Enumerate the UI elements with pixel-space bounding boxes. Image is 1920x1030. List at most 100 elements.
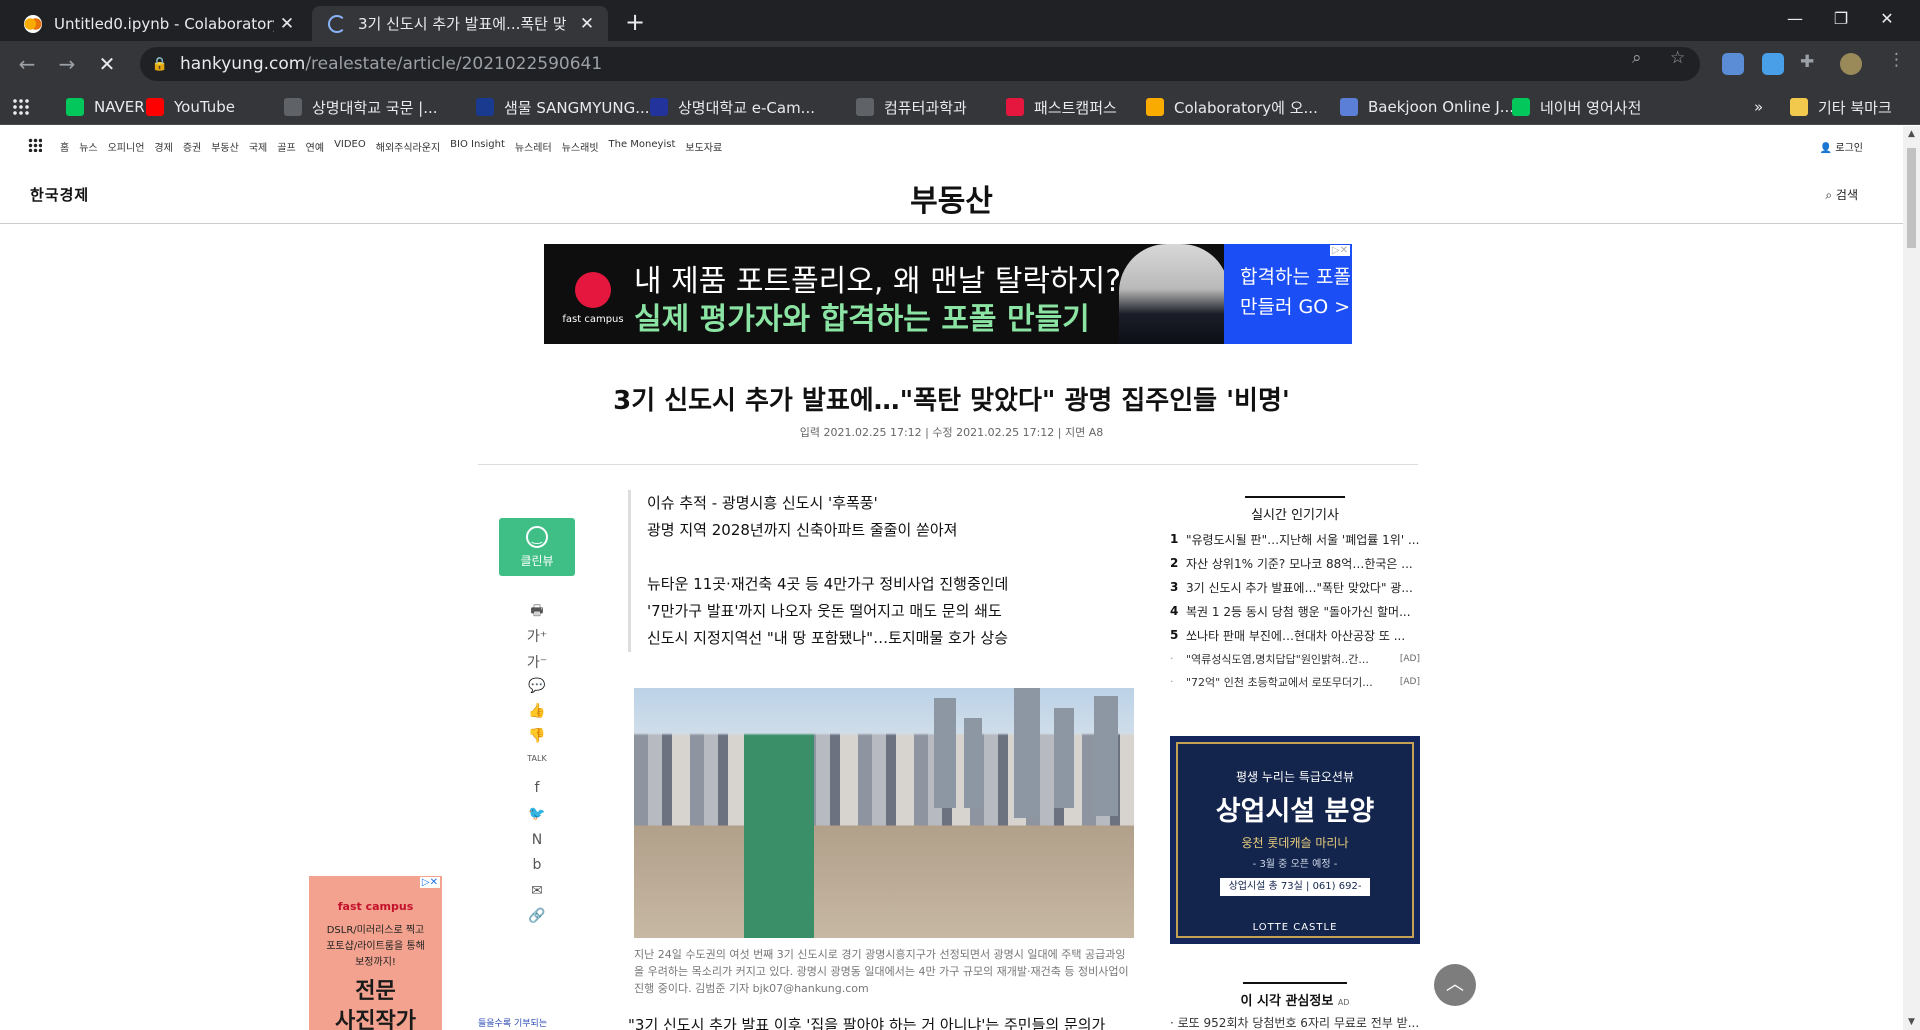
rank-number: 1 <box>1170 532 1179 546</box>
ad-choices-icon[interactable]: ▷✕ <box>419 877 440 888</box>
naver-icon[interactable]: N <box>526 832 548 848</box>
bookmark-item[interactable]: 네이버 영어사전 <box>1512 96 1641 118</box>
bookmark-item[interactable]: 패스트캠퍼스 <box>1006 96 1117 118</box>
back-button[interactable]: ← <box>12 49 42 79</box>
twitter-icon[interactable]: 🐦 <box>526 806 548 822</box>
all-menu-icon[interactable] <box>28 138 42 152</box>
popular-item-title: 쏘나타 판매 부진에…현대차 아산공장 또 ... <box>1186 628 1406 643</box>
summary-line: 광명 지역 2028년까지 신축아파트 줄줄이 쏟아져 <box>647 521 958 539</box>
bookmark-item[interactable]: NAVER <box>66 96 145 118</box>
bookmark-item[interactable]: 샘물 SANGMYUNG... <box>476 96 650 118</box>
facebook-icon[interactable]: f <box>526 780 548 796</box>
print-icon[interactable]: 🖶 <box>526 600 548 624</box>
rank-number: 4 <box>1170 604 1179 618</box>
popular-item[interactable]: 3 3기 신도시 추가 발표에…"폭탄 맞았다" 광... <box>1170 575 1420 599</box>
gnb-menu-item[interactable]: The Moneyist <box>609 139 676 154</box>
ad-title: "역류성식도염,명치답답"원인밝혀..간... <box>1186 652 1369 666</box>
scroll-up-arrow[interactable]: ▲ <box>1903 129 1920 139</box>
popular-ad-item[interactable]: · "역류성식도염,명치답답"원인밝혀..간... [AD] <box>1170 647 1420 670</box>
popular-item[interactable]: 5 쏘나타 판매 부진에…현대차 아산공장 또 ... <box>1170 623 1420 647</box>
kakaotalk-icon[interactable]: TALK <box>526 754 548 763</box>
scroll-down-arrow[interactable]: ▼ <box>1903 1017 1920 1027</box>
tab-close-icon[interactable]: ✕ <box>574 14 600 34</box>
gnb-menu-item[interactable]: 골프 <box>277 139 295 154</box>
popular-item[interactable]: 4 복권 1 2등 동시 당첨 행운 "돌아가신 할머... <box>1170 599 1420 623</box>
thumbs-up-icon[interactable]: 👍 <box>526 703 548 719</box>
font-increase-icon[interactable]: 가⁺ <box>526 626 548 646</box>
gnb-menu-item[interactable]: 뉴스래빗 <box>562 139 599 154</box>
menu-kebab-icon[interactable]: ⋮ <box>1888 50 1905 70</box>
gnb-menu-item[interactable]: VIDEO <box>334 139 366 154</box>
left-fastcampus-ad[interactable]: fast campus DSLR/미러리스로 찍고 포토샵/라이트룸을 통해 보정까… <box>309 876 442 1030</box>
stop-loading-button[interactable]: ✕ <box>92 49 122 79</box>
bookmark-item[interactable]: 컴퓨터과학과 <box>856 96 967 118</box>
gnb-menu-item[interactable]: 뉴스레터 <box>515 139 552 154</box>
profile-avatar[interactable] <box>1840 53 1862 75</box>
search-page-icon[interactable]: ⌕ <box>1632 48 1642 68</box>
url-text[interactable]: hankyung.com/realestate/article/20210225… <box>180 54 602 74</box>
bookmark-star-icon[interactable]: ☆ <box>1670 48 1685 68</box>
bookmark-item[interactable]: 상명대학교 국문 |... <box>284 96 438 118</box>
clean-view-button[interactable]: ‿ 클린뷰 <box>499 518 575 576</box>
gnb-menu-item[interactable]: 부동산 <box>211 139 239 154</box>
gnb-menu-item[interactable]: 뉴스 <box>79 139 97 154</box>
address-bar[interactable]: 🔒 hankyung.com/realestate/article/202102… <box>140 47 1700 81</box>
page-scrollbar[interactable]: ▲ ▼ <box>1903 126 1920 1030</box>
extension-icon[interactable] <box>1722 53 1744 75</box>
page-viewport: 홈 뉴스 오피니언 경제 증권 부동산 국제 골프 연예 VIDEO 해외주식라운지 BIO Insi… <box>0 126 1903 1030</box>
email-icon[interactable]: ✉ <box>526 883 548 899</box>
gnb-menu-item[interactable]: 연예 <box>306 139 324 154</box>
article-photo[interactable] <box>634 688 1134 938</box>
tab-article[interactable]: 3기 신도시 추가 발표에...폭탄 맞 ✕ <box>312 6 608 41</box>
minimize-button[interactable]: — <box>1772 0 1818 38</box>
gnb-menu-item[interactable]: BIO Insight <box>450 139 505 154</box>
ad-choices-icon[interactable]: ▷✕ <box>1329 245 1350 256</box>
rank-number: 3 <box>1170 580 1179 594</box>
top-banner-ad[interactable]: fast campus 내 제품 포트폴리오, 왜 맨날 탈락하지? 실제 평가… <box>544 244 1352 344</box>
gnb-menu-item[interactable]: 오피니언 <box>108 139 145 154</box>
popular-item[interactable]: 2 자산 상위1% 기준? 모나코 88억…한국은 ... <box>1170 551 1420 575</box>
bookmark-item[interactable]: Colaboratory에 오... <box>1146 96 1318 118</box>
login-link[interactable]: 👤 로그인 <box>1820 139 1863 154</box>
comment-icon[interactable]: 💬 <box>526 678 548 694</box>
bookmarks-overflow-button[interactable]: » <box>1754 96 1763 118</box>
cloud-extension-icon[interactable] <box>1762 53 1784 75</box>
banner-cta[interactable]: 합격하는 포폴 만들러 GO > <box>1224 244 1352 344</box>
gnb-menu-item[interactable]: 국제 <box>249 139 267 154</box>
search-button[interactable]: ⌕ 검색 <box>1825 186 1858 203</box>
donate-banner[interactable]: 들을수록 기부되는 <box>478 1016 547 1029</box>
gnb-menu-item[interactable]: 보도자료 <box>685 139 722 154</box>
forward-button[interactable]: → <box>52 49 82 79</box>
apps-button[interactable] <box>12 96 40 118</box>
tab-colab[interactable]: Untitled0.ipynb - Colaboratory ✕ <box>8 6 308 41</box>
other-bookmarks-folder[interactable]: 기타 북마크 <box>1790 96 1892 118</box>
gnb-menu-item[interactable]: 홈 <box>60 139 69 154</box>
gnb-menu-item[interactable]: 경제 <box>154 139 172 154</box>
popular-list: 1 "유령도시될 판"…지난해 서울 '폐업률 1위' ... 2 자산 상위1% 기… <box>1170 527 1420 693</box>
lock-icon[interactable]: 🔒 <box>140 57 180 72</box>
new-tab-button[interactable]: + <box>620 8 650 38</box>
popular-item[interactable]: 1 "유령도시될 판"…지난해 서울 '폐업률 1위' ... <box>1170 527 1420 551</box>
lotte-castle-ad[interactable]: 평생 누리는 특급오션뷰 상업시설 분양 웅천 롯데캐슬 마리나 - 3월 중 … <box>1170 736 1420 944</box>
section-title[interactable]: 부동산 <box>0 176 1903 220</box>
bookmark-item[interactable]: 상명대학교 e-Cam... <box>650 96 815 118</box>
scroll-to-top-button[interactable]: ︿ <box>1434 964 1476 1006</box>
search-icon: ⌕ <box>1825 188 1833 202</box>
gnb-menu-item[interactable]: 증권 <box>183 139 201 154</box>
popular-ad-item[interactable]: · "72억" 인천 초등학교에서 로또무더기... [AD] <box>1170 670 1420 693</box>
search-label: 검색 <box>1835 188 1858 202</box>
close-window-button[interactable]: ✕ <box>1864 0 1910 38</box>
bookmarks-bar: NAVER YouTube 상명대학교 국문 |... 샘물 SANGMYUNG...… <box>0 87 1920 125</box>
restore-button[interactable]: ❐ <box>1818 0 1864 38</box>
now-interest-item[interactable]: · 로또 952회차 당첨번호 6자리 무료로 전부 받... <box>1170 1014 1420 1030</box>
tab-close-icon[interactable]: ✕ <box>274 14 300 34</box>
band-icon[interactable]: b <box>526 857 548 873</box>
extensions-puzzle-icon[interactable]: ✚ <box>1800 52 1814 72</box>
link-icon[interactable]: 🔗 <box>526 908 548 924</box>
gnb-menu-item[interactable]: 해외주식라운지 <box>376 139 440 154</box>
scrollbar-thumb[interactable] <box>1907 148 1916 248</box>
thumbs-down-icon[interactable]: 👎 <box>526 728 548 744</box>
font-decrease-icon[interactable]: 가⁻ <box>526 652 548 672</box>
bookmark-item[interactable]: YouTube <box>146 96 235 118</box>
bookmark-item[interactable]: Baekjoon Online J... <box>1340 96 1514 118</box>
